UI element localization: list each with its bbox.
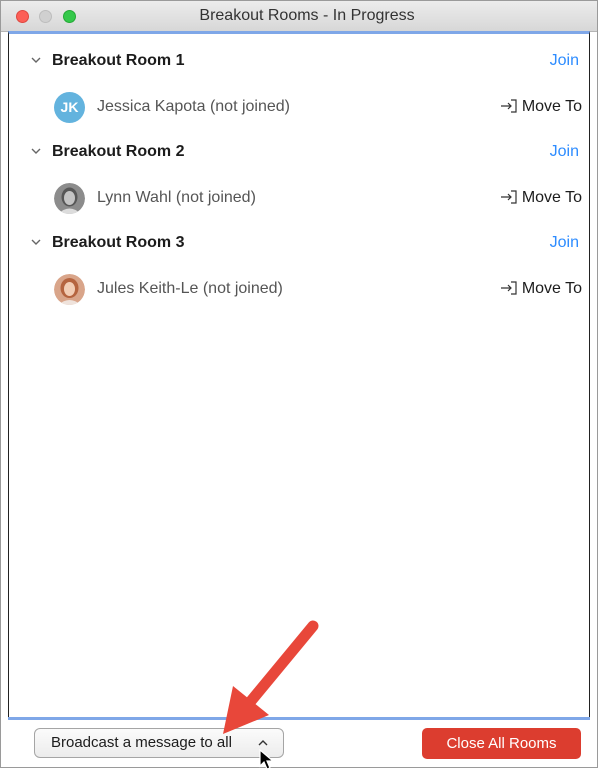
room-header-1[interactable]: Breakout Room 1 Join: [9, 48, 589, 78]
move-to-icon: [500, 99, 517, 113]
move-to-button[interactable]: Move To: [500, 280, 582, 298]
room-name: Breakout Room 2: [52, 143, 185, 160]
room-name: Breakout Room 3: [52, 234, 185, 251]
chevron-down-icon[interactable]: [30, 54, 42, 66]
room-header-2[interactable]: Breakout Room 2 Join: [9, 139, 589, 169]
move-to-button[interactable]: Move To: [500, 98, 582, 116]
close-all-rooms-button[interactable]: Close All Rooms: [422, 728, 581, 759]
participant-name: Lynn Wahl (not joined): [97, 189, 256, 206]
title-bar: Breakout Rooms - In Progress: [1, 1, 597, 32]
move-to-label: Move To: [521, 98, 582, 115]
breakout-rooms-window: Breakout Rooms - In Progress Breakout Ro…: [0, 0, 598, 770]
join-room-1-button[interactable]: Join: [550, 52, 579, 70]
move-to-label: Move To: [521, 280, 582, 297]
footer-divider: [8, 717, 590, 720]
broadcast-label: Broadcast a message to all: [51, 734, 232, 751]
join-room-2-button[interactable]: Join: [550, 143, 579, 161]
chevron-down-icon[interactable]: [30, 145, 42, 157]
move-to-icon: [500, 190, 517, 204]
room-name: Breakout Room 1: [52, 52, 185, 69]
rooms-list: Breakout Room 1 Join JK Jessica Kapota (…: [8, 31, 590, 717]
caret-up-icon: [258, 740, 268, 746]
participant-row: Lynn Wahl (not joined) Move To: [9, 183, 589, 217]
participant-name: Jessica Kapota (not joined): [97, 98, 290, 115]
avatar: JK: [54, 92, 85, 123]
broadcast-message-button[interactable]: Broadcast a message to all: [34, 728, 284, 758]
avatar: [54, 274, 85, 305]
participant-row: Jules Keith-Le (not joined) Move To: [9, 274, 589, 308]
move-to-icon: [500, 281, 517, 295]
participant-row: JK Jessica Kapota (not joined) Move To: [9, 92, 589, 126]
room-header-3[interactable]: Breakout Room 3 Join: [9, 230, 589, 260]
move-to-button[interactable]: Move To: [500, 189, 582, 207]
join-room-3-button[interactable]: Join: [550, 234, 579, 252]
move-to-label: Move To: [521, 189, 582, 206]
avatar: [54, 183, 85, 214]
participant-name: Jules Keith-Le (not joined): [97, 280, 283, 297]
chevron-down-icon[interactable]: [30, 236, 42, 248]
window-title: Breakout Rooms - In Progress: [199, 7, 415, 24]
